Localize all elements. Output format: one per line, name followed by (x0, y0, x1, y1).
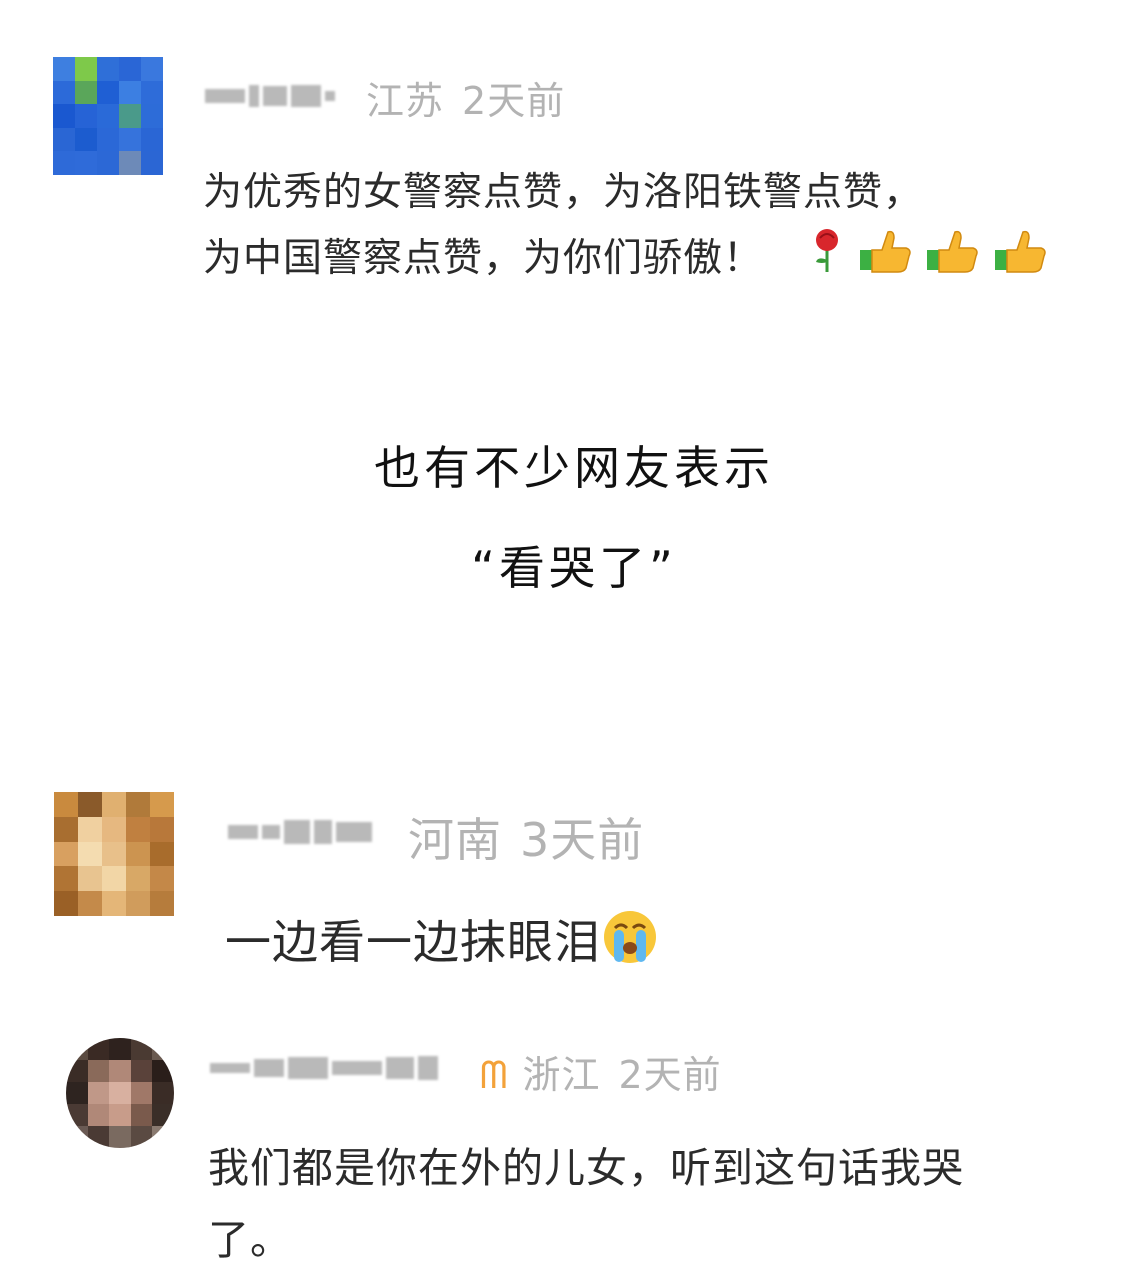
username-blurred[interactable] (210, 1056, 438, 1080)
comment-meta: ᗰ 浙江 2天前 (480, 1044, 722, 1099)
region-label: 江苏 (366, 79, 445, 123)
timestamp: 2天前 (618, 1053, 722, 1097)
comment-line: 一边看一边抹眼泪 (225, 915, 601, 969)
comment-line: 了。 (208, 1216, 292, 1264)
avatar[interactable] (53, 57, 163, 175)
timestamp: 2天前 (462, 79, 566, 123)
comment-text: 为优秀的女警察点赞，为洛阳铁警点赞， 为中国警察点赞，为你们骄傲！ (203, 160, 1047, 295)
comment-meta: 江苏 2天前 (366, 70, 565, 125)
avatar[interactable] (66, 1038, 174, 1148)
comment-item: 江苏 2天前 为优秀的女警察点赞，为洛阳铁警点赞， 为中国警察点赞，为你们骄傲！ (0, 0, 1148, 320)
thumbs-up-icon (858, 226, 912, 295)
rose-icon (810, 226, 844, 295)
timestamp: 3天前 (520, 813, 645, 867)
comment-text: 一边看一边抹眼泪 (225, 908, 659, 983)
vip-badge-icon: ᗰ (480, 1053, 509, 1097)
caption-line-2: “看哭了” (471, 541, 677, 595)
comment-line-with-emoji: 为中国警察点赞，为你们骄傲！ (203, 226, 1047, 295)
comment-line: 我们都是你在外的儿女，听到这句话我哭 (208, 1144, 964, 1192)
comment-line: 为中国警察点赞，为你们骄傲！ (203, 236, 764, 281)
username-blurred[interactable] (205, 84, 335, 108)
crying-face-icon (601, 908, 659, 983)
region-label: 浙江 (522, 1053, 601, 1097)
comment-item: 河南 3天前 一边看一边抹眼泪 (0, 780, 1148, 1000)
avatar[interactable] (54, 792, 174, 916)
comment-text: 我们都是你在外的儿女，听到这句话我哭 了。 (208, 1132, 964, 1276)
caption-line-1: 也有不少网友表示 (374, 441, 774, 495)
thumbs-up-icon (993, 226, 1047, 295)
comment-item: ᗰ 浙江 2天前 我们都是你在外的儿女，听到这句话我哭 了。 (0, 1020, 1148, 1280)
comment-line: 为优秀的女警察点赞，为洛阳铁警点赞， (203, 170, 924, 215)
comment-meta: 河南 3天前 (408, 804, 644, 870)
username-blurred[interactable] (228, 820, 372, 844)
region-label: 河南 (408, 813, 502, 867)
thumbs-up-icon (925, 226, 979, 295)
